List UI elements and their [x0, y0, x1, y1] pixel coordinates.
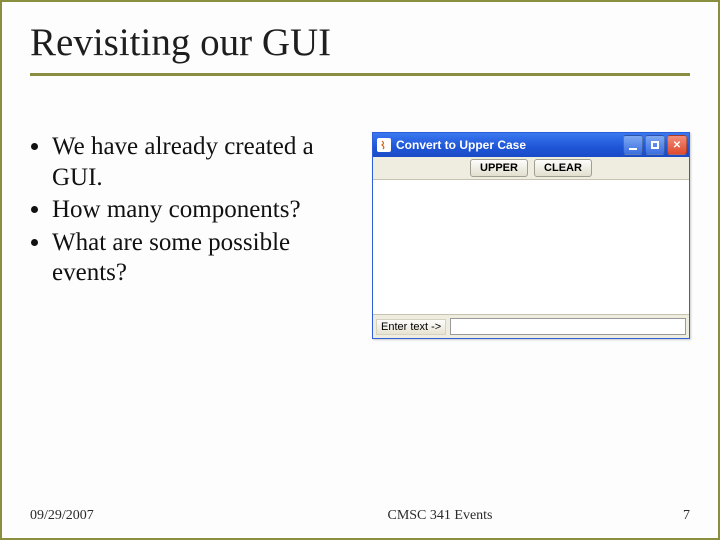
bullet-item: We have already created a GUI. — [52, 132, 350, 193]
footer-date: 09/29/2007 — [30, 508, 230, 524]
slide-title: Revisiting our GUI — [30, 20, 690, 65]
upper-button[interactable]: UPPER — [470, 159, 528, 177]
footer: 09/29/2007 CMSC 341 Events 7 — [2, 508, 718, 524]
input-row: Enter text -> — [373, 315, 689, 338]
footer-page: 7 — [650, 508, 690, 524]
footer-course: CMSC 341 Events — [230, 508, 650, 524]
app-window: Convert to Upper Case ✕ UPPER CLEAR Ente… — [372, 132, 690, 339]
client-area — [373, 180, 689, 315]
titlebar[interactable]: Convert to Upper Case ✕ — [373, 133, 689, 157]
maximize-button[interactable] — [645, 135, 665, 155]
bullet-item: How many components? — [52, 195, 350, 226]
bullet-item: What are some possible events? — [52, 228, 350, 289]
title-container: Revisiting our GUI — [30, 20, 690, 76]
toolbar: UPPER CLEAR — [373, 157, 689, 180]
clear-button[interactable]: CLEAR — [534, 159, 592, 177]
minimize-button[interactable] — [623, 135, 643, 155]
bullet-list: We have already created a GUI. How many … — [30, 132, 350, 339]
slide: Revisiting our GUI We have already creat… — [0, 0, 720, 540]
java-icon — [377, 138, 391, 152]
window-title: Convert to Upper Case — [396, 138, 621, 152]
text-input[interactable] — [450, 318, 686, 335]
window-column: Convert to Upper Case ✕ UPPER CLEAR Ente… — [362, 132, 690, 339]
body-row: We have already created a GUI. How many … — [30, 132, 690, 339]
close-button[interactable]: ✕ — [667, 135, 687, 155]
input-label: Enter text -> — [376, 319, 446, 335]
